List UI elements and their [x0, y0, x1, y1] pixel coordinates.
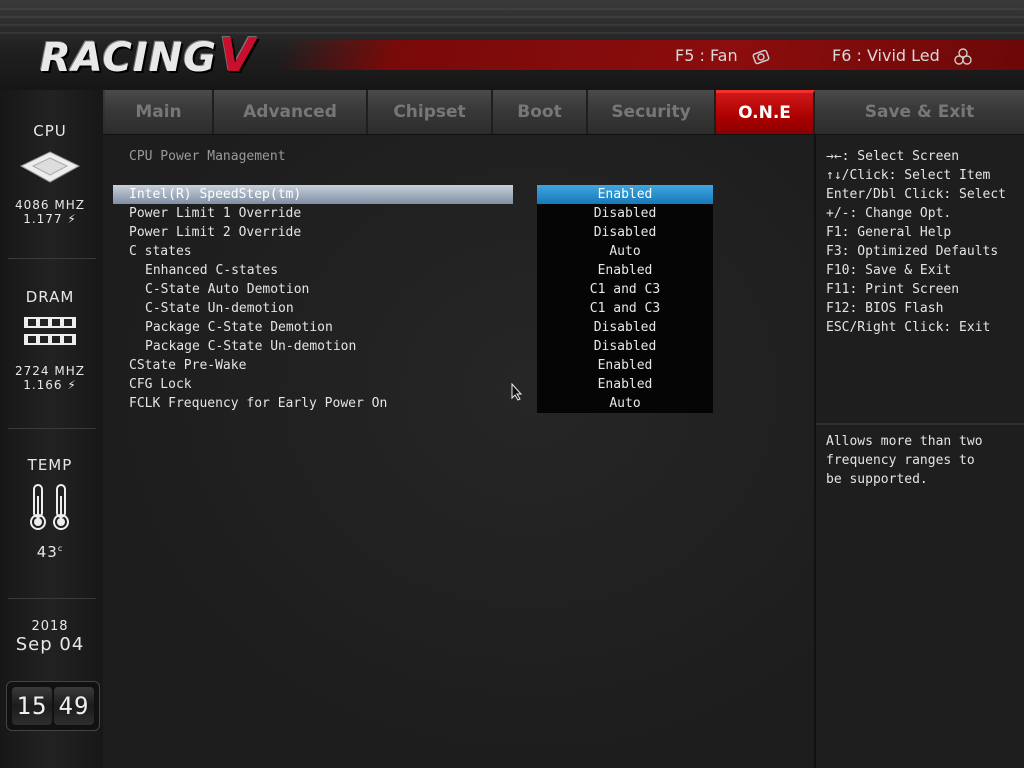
fan-hotkey[interactable]: F5 : Fan	[675, 46, 771, 67]
dram-voltage: 1.166 ⚡	[0, 378, 100, 392]
temp-value: 43	[36, 543, 58, 561]
clock-display: 15 49	[6, 681, 100, 731]
dram-frequency: 2724 MHZ	[15, 364, 85, 378]
setting-value-speedstep[interactable]: Enabled	[537, 185, 713, 204]
dram-section: DRAM 2724 MHZ 1.166 ⚡	[0, 288, 100, 392]
help-key-select: Enter/Dbl Click: Select	[826, 187, 1007, 202]
logo-text: RACING	[40, 35, 218, 81]
temp-section: TEMP 43c	[0, 456, 100, 561]
setting-label-c-state-auto-demotion[interactable]: C-State Auto Demotion	[145, 280, 309, 299]
setting-label-package-c-state-un-demotion[interactable]: Package C-State Un-demotion	[145, 337, 356, 356]
tab-boot[interactable]: Boot	[493, 90, 588, 134]
help-panel: →←: Select Screen ↑↓/Click: Select Item …	[814, 135, 1024, 768]
status-sidebar: CPU 4086 MHZ 1.177 ⚡ DRAM 2724 MHZ 1.166…	[0, 90, 105, 768]
item-description-line: Allows more than two	[826, 434, 983, 449]
setting-value-fclk-frequency[interactable]: Auto	[537, 394, 713, 413]
setting-value-power-limit-2[interactable]: Disabled	[537, 223, 713, 242]
setting-label-power-limit-2[interactable]: Power Limit 2 Override	[129, 223, 301, 242]
help-key-select-item: ↑↓/Click: Select Item	[826, 168, 991, 183]
help-key-print-screen: F11: Print Screen	[826, 282, 960, 297]
thermometer-icon	[30, 484, 69, 530]
setting-label-enhanced-c-states[interactable]: Enhanced C-states	[145, 261, 278, 280]
cpu-title: CPU	[33, 122, 67, 140]
tab-main[interactable]: Main	[105, 90, 214, 134]
setting-value-power-limit-1[interactable]: Disabled	[537, 204, 713, 223]
setting-label-speedstep[interactable]: Intel(R) SpeedStep(tm)	[113, 185, 513, 204]
tab-security[interactable]: Security	[588, 90, 716, 134]
setting-value-enhanced-c-states[interactable]: Enabled	[537, 261, 713, 280]
mouse-cursor-icon	[511, 383, 523, 401]
help-key-general-help: F1: General Help	[826, 225, 952, 240]
temp-unit: c	[57, 544, 64, 553]
date-year: 2018	[31, 619, 69, 634]
setting-value-c-states[interactable]: Auto	[537, 242, 713, 261]
setting-value-package-c-state-demotion[interactable]: Disabled	[537, 318, 713, 337]
setting-label-cfg-lock[interactable]: CFG Lock	[129, 375, 192, 394]
led-icon	[954, 47, 972, 65]
cpu-voltage-value: 1.177	[23, 212, 63, 226]
help-key-change-opt: +/-: Change Opt.	[826, 206, 952, 221]
help-key-bios-flash: F12: BIOS Flash	[826, 301, 944, 316]
tab-chipset[interactable]: Chipset	[368, 90, 493, 134]
racing-logo: RACINGV	[40, 28, 256, 82]
bolt-icon: ⚡	[62, 378, 77, 392]
tab-advanced[interactable]: Advanced	[214, 90, 368, 134]
tab-bar: Main Advanced Chipset Boot Security O.N.…	[103, 90, 1024, 135]
header-banner: RACINGV F5 : Fan F6 : Vivid Led	[0, 0, 1024, 90]
sidebar-divider	[8, 428, 96, 429]
cpu-voltage: 1.177 ⚡	[0, 212, 100, 226]
tab-one[interactable]: O.N.E	[716, 90, 815, 134]
led-hotkey[interactable]: F6 : Vivid Led	[832, 46, 973, 67]
section-title: CPU Power Management	[129, 149, 286, 164]
item-description-line: frequency ranges to	[826, 453, 975, 468]
sidebar-divider	[8, 258, 96, 259]
setting-value-c-state-auto-demotion[interactable]: C1 and C3	[537, 280, 713, 299]
help-key-exit: ESC/Right Click: Exit	[826, 320, 991, 335]
temp-reading: 43c	[0, 542, 100, 561]
fan-hotkey-label: F5 : Fan	[675, 46, 738, 65]
help-key-select-screen: →←: Select Screen	[826, 149, 960, 164]
setting-label-c-state-un-demotion[interactable]: C-State Un-demotion	[145, 299, 294, 318]
setting-label-c-states[interactable]: C states	[129, 242, 192, 261]
clock-minutes: 49	[54, 687, 94, 725]
clock-hours: 15	[12, 687, 52, 725]
led-hotkey-label: F6 : Vivid Led	[832, 46, 940, 65]
date-month-day: Sep 04	[15, 634, 85, 655]
cpu-chip-icon	[19, 151, 81, 183]
dram-voltage-value: 1.166	[23, 378, 63, 392]
setting-label-power-limit-1[interactable]: Power Limit 1 Override	[129, 204, 301, 223]
setting-value-c-state-un-demotion[interactable]: C1 and C3	[537, 299, 713, 318]
sidebar-divider	[8, 598, 96, 599]
cpu-section: CPU 4086 MHZ 1.177 ⚡	[0, 122, 100, 226]
fan-icon	[752, 49, 770, 64]
dram-module-icon	[24, 317, 76, 345]
setting-label-fclk-frequency[interactable]: FCLK Frequency for Early Power On	[129, 394, 387, 413]
bolt-icon: ⚡	[62, 212, 77, 226]
settings-panel: CPU Power Management Intel(R) SpeedStep(…	[103, 135, 814, 768]
help-divider	[816, 423, 1024, 425]
date-section: 2018 Sep 04	[0, 619, 100, 656]
setting-value-package-c-state-un-demotion[interactable]: Disabled	[537, 337, 713, 356]
setting-value-cfg-lock[interactable]: Enabled	[537, 375, 713, 394]
setting-label-cstate-pre-wake[interactable]: CState Pre-Wake	[129, 356, 246, 375]
item-description-line: be supported.	[826, 472, 928, 487]
setting-label-package-c-state-demotion[interactable]: Package C-State Demotion	[145, 318, 333, 337]
dram-title: DRAM	[25, 288, 75, 306]
tab-save-exit[interactable]: Save & Exit	[815, 90, 1024, 134]
cpu-frequency: 4086 MHZ	[15, 198, 85, 212]
help-key-optimized-defaults: F3: Optimized Defaults	[826, 244, 999, 259]
temp-title: TEMP	[27, 456, 73, 474]
setting-value-cstate-pre-wake[interactable]: Enabled	[537, 356, 713, 375]
logo-mark: V	[219, 28, 256, 82]
help-key-save-exit: F10: Save & Exit	[826, 263, 952, 278]
